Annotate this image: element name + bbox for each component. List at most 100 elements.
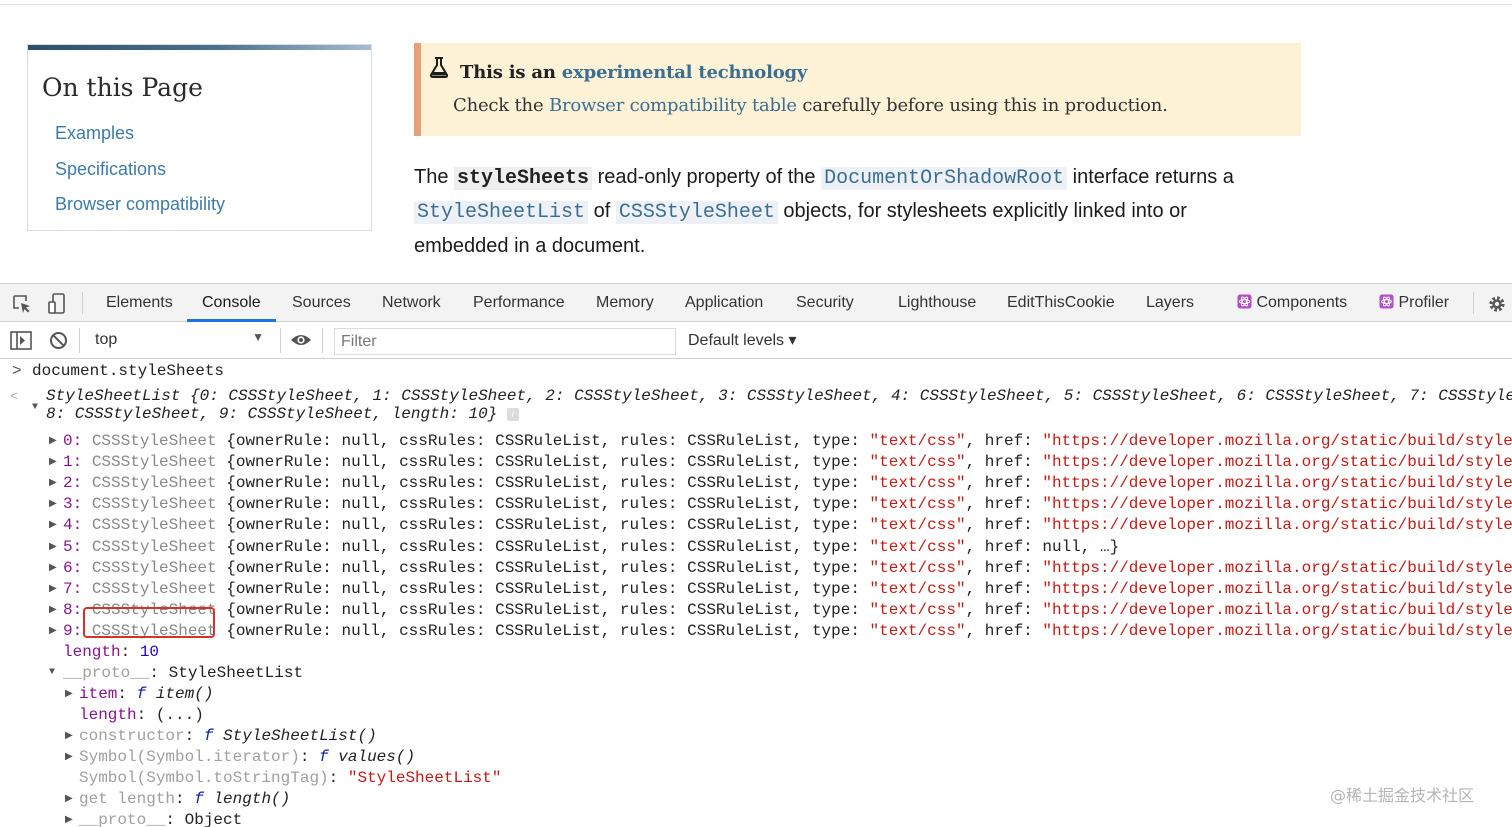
expand-triangle-icon[interactable]: ▶ xyxy=(49,541,57,553)
experimental-notice: This is an experimental technology Check… xyxy=(414,43,1301,136)
stylesheet-entry[interactable]: 7: CSSStyleSheet {ownerRule: null, cssRu… xyxy=(63,579,1512,600)
expand-triangle-icon[interactable]: ▶ xyxy=(49,562,57,574)
tab-lighthouse[interactable]: Lighthouse xyxy=(898,294,976,312)
tab-layers[interactable]: Layers xyxy=(1146,294,1194,312)
desc-text: of xyxy=(588,200,616,222)
collapse-triangle-icon[interactable]: ▼ xyxy=(49,667,55,678)
clear-console-icon[interactable] xyxy=(49,331,68,350)
function-glyph: f xyxy=(203,727,214,745)
entry-properties: {ownerRule: null, cssRules: CSSRuleList,… xyxy=(216,432,870,450)
experimental-technology-link[interactable]: experimental technology xyxy=(562,62,808,83)
property-key: constructor xyxy=(79,727,185,745)
entry-type-label: CSSStyleSheet xyxy=(91,432,217,450)
entry-href-value: "https://developer.mozilla.org/static/bu… xyxy=(1042,432,1512,450)
symbol-iterator-property[interactable]: Symbol(Symbol.iterator): f values() xyxy=(79,747,415,768)
tab-application[interactable]: Application xyxy=(685,294,763,312)
proto-property[interactable]: __proto__: StyleSheetList xyxy=(63,663,303,684)
tab-sources[interactable]: Sources xyxy=(292,294,351,312)
stylesheet-entry[interactable]: 4: CSSStyleSheet {ownerRule: null, cssRu… xyxy=(63,515,1512,536)
notice-body-suffix: carefully before using this in productio… xyxy=(796,95,1168,116)
tab-security[interactable]: Security xyxy=(796,294,854,312)
log-levels-dropdown[interactable]: Default levels ▾ xyxy=(688,330,797,350)
entry-properties: , href: xyxy=(965,432,1043,450)
stylesheet-entry[interactable]: 5: CSSStyleSheet {ownerRule: null, cssRu… xyxy=(63,537,1119,558)
property-key: __proto__ xyxy=(63,664,150,682)
expand-triangle-icon[interactable]: ▶ xyxy=(65,751,73,763)
length-getter-property[interactable]: length: (...) xyxy=(79,705,204,726)
stylesheet-entry[interactable]: 2: CSSStyleSheet {ownerRule: null, cssRu… xyxy=(63,473,1512,494)
description-line-1: The styleSheets read-only property of th… xyxy=(414,166,1234,190)
expand-triangle-icon[interactable]: ▶ xyxy=(49,583,57,595)
console-filter-input[interactable] xyxy=(334,328,676,355)
property-value: item() xyxy=(155,685,214,703)
settings-gear-icon[interactable] xyxy=(1487,294,1507,314)
toc-link-specifications[interactable]: Specifications xyxy=(55,159,166,180)
item-property[interactable]: item: f item() xyxy=(79,684,213,705)
entry-href-value: "https://developer.mozilla.org/static/bu… xyxy=(1042,474,1512,492)
tab-components-label: Components xyxy=(1256,294,1348,311)
context-selector[interactable]: top ▼ xyxy=(88,326,272,354)
tab-components[interactable]: Components xyxy=(1237,294,1347,312)
entry-type-value: "text/css" xyxy=(869,453,966,471)
property-value: "StyleSheetList" xyxy=(347,769,502,787)
device-toolbar-icon[interactable] xyxy=(48,293,66,315)
stylesheet-entry[interactable]: 9: CSSStyleSheet {ownerRule: null, cssRu… xyxy=(63,621,1512,642)
tab-network[interactable]: Network xyxy=(382,294,441,312)
stylesheet-entry[interactable]: 3: CSSStyleSheet {ownerRule: null, cssRu… xyxy=(63,494,1512,515)
entry-properties: {ownerRule: null, cssRules: CSSRuleList,… xyxy=(216,622,870,640)
entry-properties: {ownerRule: null, cssRules: CSSRuleList,… xyxy=(216,474,870,492)
property-value: 10 xyxy=(139,643,160,661)
expand-triangle-icon[interactable]: ▶ xyxy=(49,625,57,637)
tab-profiler[interactable]: Profiler xyxy=(1379,294,1449,312)
context-selector-value: top xyxy=(95,331,118,348)
entry-type-value: "text/css" xyxy=(869,538,966,556)
get-length-property[interactable]: get length: f length() xyxy=(79,789,290,810)
result-summary-line-2[interactable]: 8: CSSStyleSheet, 9: CSSStyleSheet, leng… xyxy=(46,404,519,425)
expand-triangle-icon[interactable]: ▶ xyxy=(65,793,73,805)
property-key: Symbol(Symbol.toStringTag) xyxy=(79,769,329,787)
tab-editthiscookie[interactable]: EditThisCookie xyxy=(1007,294,1115,312)
stylesheet-entry[interactable]: 6: CSSStyleSheet {ownerRule: null, cssRu… xyxy=(63,558,1512,579)
stylesheet-entry[interactable]: 0: CSSStyleSheet {ownerRule: null, cssRu… xyxy=(63,431,1512,452)
expand-triangle-icon[interactable]: ▶ xyxy=(49,435,57,447)
tab-console[interactable]: Console xyxy=(202,294,261,312)
inspect-element-icon[interactable] xyxy=(12,294,32,314)
tab-elements[interactable]: Elements xyxy=(106,294,173,312)
highlight-annotation-box xyxy=(83,607,215,638)
code-documentorshadowroot-link[interactable]: DocumentOrShadowRoot xyxy=(821,167,1068,190)
desc-text: objects, for stylesheets explicitly link… xyxy=(777,200,1187,222)
expand-triangle-icon[interactable]: ▶ xyxy=(49,498,57,510)
live-expression-eye-icon[interactable] xyxy=(290,333,312,347)
expand-triangle-icon[interactable]: ▶ xyxy=(65,730,73,742)
show-sidebar-icon[interactable] xyxy=(10,331,32,350)
code-stylesheetlist-link[interactable]: StyleSheetList xyxy=(414,201,589,224)
property-key: length xyxy=(63,643,121,661)
toc-link-examples[interactable]: Examples xyxy=(55,123,134,144)
toc-link-browser-compatibility[interactable]: Browser compatibility xyxy=(55,194,225,215)
collapse-triangle-icon[interactable]: ▼ xyxy=(32,402,38,413)
expand-triangle-icon[interactable]: ▶ xyxy=(65,814,73,826)
entry-type-value: "text/css" xyxy=(869,559,966,577)
entry-properties: , href: xyxy=(965,495,1043,513)
expand-triangle-icon[interactable]: ▶ xyxy=(49,456,57,468)
stylesheet-entry[interactable]: 1: CSSStyleSheet {ownerRule: null, cssRu… xyxy=(63,452,1512,473)
stylesheet-entry[interactable]: 8: CSSStyleSheet {ownerRule: null, cssRu… xyxy=(63,600,1512,621)
expand-triangle-icon[interactable]: ▶ xyxy=(65,688,73,700)
info-icon: i xyxy=(506,408,519,421)
function-glyph: f xyxy=(136,685,147,703)
entry-type-label: CSSStyleSheet xyxy=(91,516,217,534)
notice-body-prefix: Check the xyxy=(453,95,549,116)
code-cssstylesheet-link[interactable]: CSSStyleSheet xyxy=(615,201,778,224)
entry-type-value: "text/css" xyxy=(869,580,966,598)
expand-triangle-icon[interactable]: ▶ xyxy=(49,604,57,616)
tab-memory[interactable]: Memory xyxy=(596,294,654,312)
constructor-property[interactable]: constructor: f StyleSheetList() xyxy=(79,726,377,747)
entry-properties: , href: xyxy=(965,474,1043,492)
tab-performance[interactable]: Performance xyxy=(473,294,565,312)
entry-properties: {ownerRule: null, cssRules: CSSRuleList,… xyxy=(216,495,870,513)
entry-href-value: "https://developer.mozilla.org/static/bu… xyxy=(1042,495,1512,513)
proto-object-property[interactable]: __proto__: Object xyxy=(79,810,242,827)
expand-triangle-icon[interactable]: ▶ xyxy=(49,477,57,489)
expand-triangle-icon[interactable]: ▶ xyxy=(49,519,57,531)
browser-compat-table-link[interactable]: Browser compatibility table xyxy=(549,95,797,116)
